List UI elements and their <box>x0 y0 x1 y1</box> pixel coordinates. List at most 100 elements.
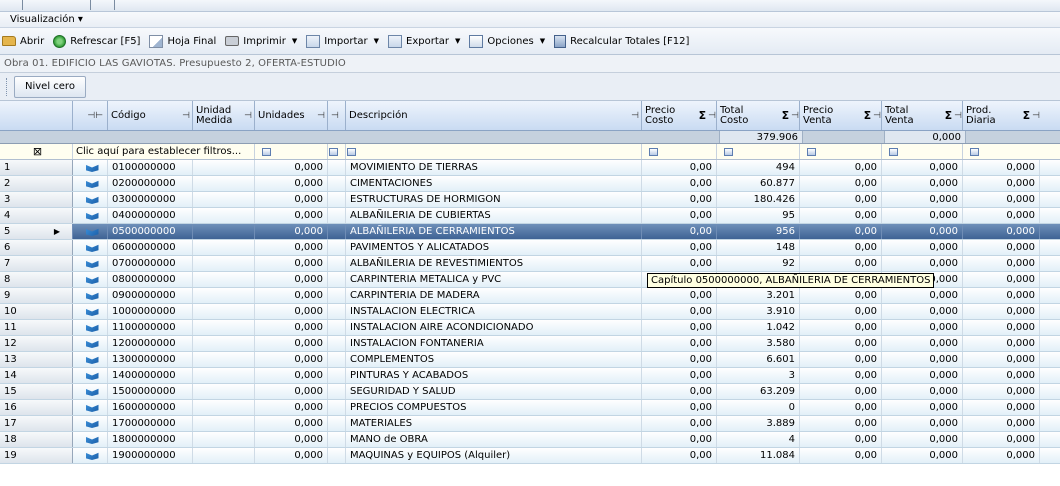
import-button[interactable]: Importar ▼ <box>306 34 379 48</box>
row-number[interactable]: 2 <box>0 176 73 191</box>
pin-cell[interactable] <box>328 384 346 399</box>
prod-diaria-cell[interactable]: 0,000 <box>963 256 1040 271</box>
chapter-book-icon[interactable] <box>73 416 108 431</box>
sum-icon[interactable]: Σ <box>945 110 953 121</box>
chevron-down-icon[interactable]: ▼ <box>540 37 545 45</box>
unidades-cell[interactable]: 0,000 <box>255 448 328 463</box>
table-row[interactable]: 7 0700000000 0,000 ALBAÑILERIA DE REVESTIMI… <box>0 256 1060 272</box>
pin-icon[interactable]: ⊣ <box>182 111 190 121</box>
codigo-cell[interactable]: 0900000000 <box>108 288 193 303</box>
sum-icon[interactable]: Σ <box>782 110 790 121</box>
precio-costo-cell[interactable]: 0,00 <box>642 432 717 447</box>
precio-venta-cell[interactable]: 0,00 <box>800 400 882 415</box>
precio-costo-cell[interactable]: 0,00 <box>642 368 717 383</box>
unidades-cell[interactable]: 0,000 <box>255 192 328 207</box>
descripcion-cell[interactable]: MOVIMIENTO DE TIERRAS <box>346 160 642 175</box>
unidad-medida-cell[interactable] <box>193 304 255 319</box>
unidades-cell[interactable]: 0,000 <box>255 208 328 223</box>
precio-venta-cell[interactable]: 0,00 <box>800 288 882 303</box>
precio-venta-cell[interactable]: 0,00 <box>800 224 882 239</box>
prod-diaria-cell[interactable]: 0,000 <box>963 304 1040 319</box>
descripcion-cell[interactable]: CARPINTERIA DE MADERA <box>346 288 642 303</box>
unidad-medida-cell[interactable] <box>193 208 255 223</box>
codigo-cell[interactable]: 0600000000 <box>108 240 193 255</box>
chapter-book-icon[interactable] <box>73 400 108 415</box>
unidad-medida-header[interactable]: Unidad Medida ⊣ <box>193 101 255 130</box>
filter-precio-costo[interactable] <box>642 144 717 159</box>
total-costo-cell[interactable]: 60.877 <box>717 176 800 191</box>
unidad-medida-cell[interactable] <box>193 400 255 415</box>
row-number[interactable]: 5 ▶ <box>0 224 73 239</box>
pin-icon[interactable]: ⊣ <box>954 111 962 121</box>
total-costo-cell[interactable]: 3.201 <box>717 288 800 303</box>
level-zero-button[interactable]: Nivel cero <box>14 75 86 98</box>
unidades-cell[interactable]: 0,000 <box>255 160 328 175</box>
precio-venta-cell[interactable]: 0,00 <box>800 352 882 367</box>
unidades-cell[interactable]: 0,000 <box>255 368 328 383</box>
filter-icon[interactable] <box>970 147 979 156</box>
unidad-medida-cell[interactable] <box>193 384 255 399</box>
total-costo-cell[interactable]: 3.910 <box>717 304 800 319</box>
table-row[interactable]: 11 1100000000 0,000 INSTALACION AIRE ACONDI… <box>0 320 1060 336</box>
chapter-book-icon[interactable] <box>73 320 108 335</box>
chapter-book-icon[interactable] <box>73 192 108 207</box>
pin-cell[interactable] <box>328 432 346 447</box>
row-number[interactable]: 7 <box>0 256 73 271</box>
prod-diaria-cell[interactable]: 0,000 <box>963 240 1040 255</box>
table-row[interactable]: 13 1300000000 0,000 COMPLEMENTOS 0,00 6.601 0,… <box>0 352 1060 368</box>
prod-diaria-cell[interactable]: 0,000 <box>963 192 1040 207</box>
view-menu[interactable]: Visualización ▾ <box>10 14 83 25</box>
table-row[interactable]: 4 0400000000 0,000 ALBAÑILERIA DE CUBIERTAS… <box>0 208 1060 224</box>
precio-costo-cell[interactable]: 0,00 <box>642 416 717 431</box>
total-venta-cell[interactable]: 0,000 <box>882 288 963 303</box>
row-number[interactable]: 13 <box>0 352 73 367</box>
filter-icon[interactable] <box>889 147 898 156</box>
prod-diaria-cell[interactable]: 0,000 <box>963 160 1040 175</box>
total-costo-cell[interactable]: 148 <box>717 240 800 255</box>
pin-column-header[interactable]: ⊣ <box>328 101 346 130</box>
icon-column-header[interactable]: ⊣⊢ <box>73 101 108 130</box>
descripcion-cell[interactable]: SEGURIDAD Y SALUD <box>346 384 642 399</box>
pin-cell[interactable] <box>328 352 346 367</box>
row-number[interactable]: 3 <box>0 192 73 207</box>
pin-icon[interactable]: ⊣ <box>873 111 881 121</box>
total-venta-cell[interactable]: 0,000 <box>882 368 963 383</box>
descripcion-cell[interactable]: MANO de OBRA <box>346 432 642 447</box>
precio-costo-cell[interactable]: 0,00 <box>642 384 717 399</box>
descripcion-cell[interactable]: COMPLEMENTOS <box>346 352 642 367</box>
descripcion-cell[interactable]: PINTURAS Y ACABADOS <box>346 368 642 383</box>
codigo-cell[interactable]: 1000000000 <box>108 304 193 319</box>
unidad-medida-cell[interactable] <box>193 160 255 175</box>
chapter-book-icon[interactable] <box>73 224 108 239</box>
total-costo-cell[interactable]: 180.426 <box>717 192 800 207</box>
total-costo-cell[interactable]: 0 <box>717 400 800 415</box>
chapter-book-icon[interactable] <box>73 336 108 351</box>
unidades-cell[interactable]: 0,000 <box>255 384 328 399</box>
unidades-cell[interactable]: 0,000 <box>255 256 328 271</box>
total-costo-cell[interactable]: 3.580 <box>717 336 800 351</box>
pin-cell[interactable] <box>328 416 346 431</box>
chapter-book-icon[interactable] <box>73 272 108 287</box>
total-costo-cell[interactable]: 956 <box>717 224 800 239</box>
unidad-medida-cell[interactable] <box>193 448 255 463</box>
precio-venta-cell[interactable]: 0,00 <box>800 416 882 431</box>
precio-costo-cell[interactable]: 0,00 <box>642 352 717 367</box>
precio-costo-cell[interactable]: 0,00 <box>642 400 717 415</box>
table-row[interactable]: 9 0900000000 0,000 CARPINTERIA DE MADERA 0,0… <box>0 288 1060 304</box>
filter-descripcion[interactable] <box>346 144 642 159</box>
descripcion-cell[interactable]: INSTALACION FONTANERIA <box>346 336 642 351</box>
pin-cell[interactable] <box>328 224 346 239</box>
pin-cell[interactable] <box>328 368 346 383</box>
filter-clear-icon[interactable]: ⊠ <box>0 144 73 159</box>
filter-icon[interactable] <box>347 147 356 156</box>
prod-diaria-cell[interactable]: 0,000 <box>963 272 1040 287</box>
pin-cell[interactable] <box>328 240 346 255</box>
row-number[interactable]: 19 <box>0 448 73 463</box>
print-button[interactable]: Imprimir ▼ <box>225 36 297 47</box>
descripcion-header[interactable]: Descripción ⊣ <box>346 101 642 130</box>
prod-diaria-cell[interactable]: 0,000 <box>963 432 1040 447</box>
row-number[interactable]: 11 <box>0 320 73 335</box>
filter-icon[interactable] <box>262 147 271 156</box>
total-venta-cell[interactable]: 0,000 <box>882 224 963 239</box>
table-row[interactable]: 19 1900000000 0,000 MAQUINAS y EQUIPOS (Alq… <box>0 448 1060 464</box>
